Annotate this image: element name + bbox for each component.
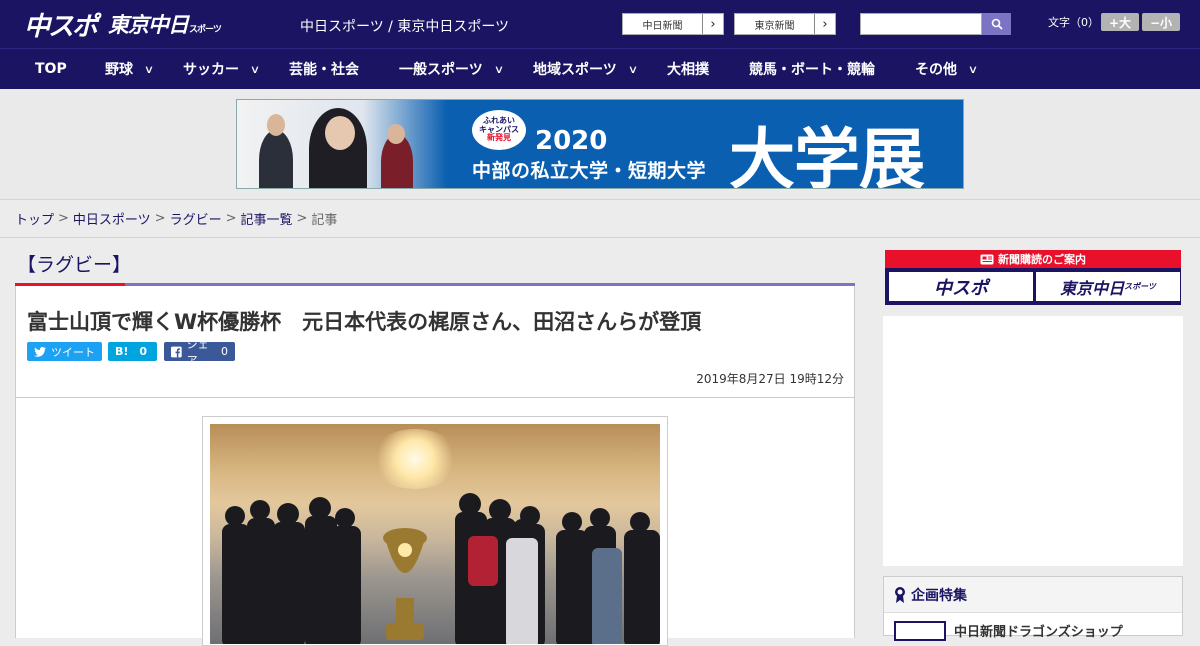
category-heading: 【ラグビー】 xyxy=(15,240,855,286)
font-size-increase-button[interactable]: +大 xyxy=(1101,13,1139,31)
university-fair-banner[interactable]: ふれあい キャンパス 新発見 2020 中部の私立大学・短期大学 大学展 xyxy=(236,99,964,189)
banner-year: 2020 xyxy=(535,126,608,156)
site-logo[interactable]: 中スポ 東京中日スポーツ xyxy=(24,6,222,43)
main-nav: TOP 野球 ∨ サッカー ∨ 芸能・社会 一般スポーツ ∨ 地域スポーツ ∨ 大相撲 … xyxy=(0,48,1200,89)
people-silhouettes xyxy=(222,493,660,644)
subscription-box[interactable]: 新聞購読のご案内 中スポ 東京中日 スポーツ xyxy=(885,250,1181,305)
main-content: 【ラグビー】 富士山頂で輝くW杯優勝杯 元日本代表の梶原さん、田沼さんらが登頂 … xyxy=(15,240,855,646)
chevron-right-icon: › xyxy=(710,16,716,32)
nav-item-baseball[interactable]: 野球 ∨ xyxy=(105,49,155,89)
nav-item-local-sports[interactable]: 地域スポーツ ∨ xyxy=(533,49,639,89)
article-title: 富士山頂で輝くW杯優勝杯 元日本代表の梶原さん、田沼さんらが登頂 xyxy=(27,310,702,334)
article-body xyxy=(15,398,855,646)
hatena-bookmark-button[interactable]: B! 0 xyxy=(108,342,157,361)
subscribe-tokyo-chunichi-link[interactable]: 東京中日 スポーツ xyxy=(1036,272,1180,301)
nav-item-top[interactable]: TOP xyxy=(35,49,67,89)
chevron-down-icon: ∨ xyxy=(493,62,505,76)
breadcrumb-article-list[interactable]: 記事一覧 xyxy=(241,209,293,228)
facebook-share-button[interactable]: シェア 0 xyxy=(164,338,235,367)
banner-photo xyxy=(237,100,447,188)
breadcrumb: トップ > 中日スポーツ > ラグビー > 記事一覧 > 記事 xyxy=(0,200,1200,238)
chevron-down-icon: ∨ xyxy=(967,62,979,76)
article-header: 富士山頂で輝くW杯優勝杯 元日本代表の梶原さん、田沼さんらが登頂 ツイート B!… xyxy=(15,286,855,398)
chevron-down-icon: ∨ xyxy=(143,62,155,76)
subscription-header: 新聞購読のご案内 xyxy=(885,250,1181,268)
breadcrumb-top[interactable]: トップ xyxy=(15,209,54,228)
subscribe-chuspo-link[interactable]: 中スポ xyxy=(889,272,1033,301)
article-date: 2019年8月27日 19時12分 xyxy=(696,372,844,386)
article-photo-frame xyxy=(202,416,668,646)
chevron-down-icon: ∨ xyxy=(627,62,639,76)
feature-thumbnail xyxy=(894,621,946,641)
ad-slot[interactable] xyxy=(883,316,1183,566)
search-input[interactable] xyxy=(860,13,982,35)
search-button[interactable] xyxy=(982,13,1011,35)
chevron-down-icon: ∨ xyxy=(249,62,261,76)
feature-box: 企画特集 中日新聞ドラゴンズショップ xyxy=(883,576,1183,641)
chevron-right-icon: › xyxy=(822,16,828,32)
nav-item-entertainment[interactable]: 芸能・社会 xyxy=(289,49,359,89)
breadcrumb-current: 記事 xyxy=(311,213,338,228)
feature-heading: 企画特集 xyxy=(884,577,1182,613)
campus-badge: ふれあい キャンパス 新発見 xyxy=(472,110,526,150)
font-size-label: 文字（0） xyxy=(1048,16,1099,29)
article-photo[interactable] xyxy=(210,424,660,644)
banner-area: ふれあい キャンパス 新発見 2020 中部の私立大学・短期大学 大学展 xyxy=(0,89,1200,200)
nav-item-general-sports[interactable]: 一般スポーツ ∨ xyxy=(399,49,505,89)
site-title[interactable]: 中日スポーツ / 東京中日スポーツ xyxy=(300,16,509,36)
search-icon xyxy=(991,18,1003,30)
tokyo-shimbun-link[interactable]: 東京新聞 › xyxy=(734,13,836,35)
category-label: 【ラグビー】 xyxy=(17,254,132,276)
newspaper-icon xyxy=(980,254,994,264)
nav-item-sumo[interactable]: 大相撲 xyxy=(667,49,709,89)
award-ribbon-icon xyxy=(895,586,905,603)
banner-headline: 大学展 xyxy=(729,121,925,189)
facebook-count: 0 xyxy=(221,345,228,358)
breadcrumb-rugby[interactable]: ラグビー xyxy=(170,209,222,228)
font-size-decrease-button[interactable]: −小 xyxy=(1142,13,1180,31)
tweet-button[interactable]: ツイート xyxy=(27,342,102,361)
tokyo-chunichi-logo[interactable]: 東京中日スポーツ xyxy=(108,9,222,39)
hatena-count: 0 xyxy=(139,345,148,358)
hatena-icon: B! xyxy=(115,345,129,358)
nav-item-keiba[interactable]: 競馬・ボート・競輪 xyxy=(749,49,875,89)
nav-item-other[interactable]: その他 ∨ xyxy=(915,49,979,89)
breadcrumb-chunichi-sports[interactable]: 中日スポーツ xyxy=(73,209,151,228)
feature-item[interactable]: 中日新聞ドラゴンズショップ xyxy=(894,621,1123,641)
nav-item-soccer[interactable]: サッカー ∨ xyxy=(183,49,261,89)
site-header: 中スポ 東京中日スポーツ 中日スポーツ / 東京中日スポーツ 中日新聞 › 東京… xyxy=(0,0,1200,48)
chunichi-shimbun-link[interactable]: 中日新聞 › xyxy=(622,13,724,35)
twitter-icon xyxy=(34,346,46,357)
banner-subtitle: 中部の私立大学・短期大学 xyxy=(472,160,707,182)
facebook-icon xyxy=(171,346,182,357)
chuspo-logo[interactable]: 中スポ xyxy=(24,6,98,43)
